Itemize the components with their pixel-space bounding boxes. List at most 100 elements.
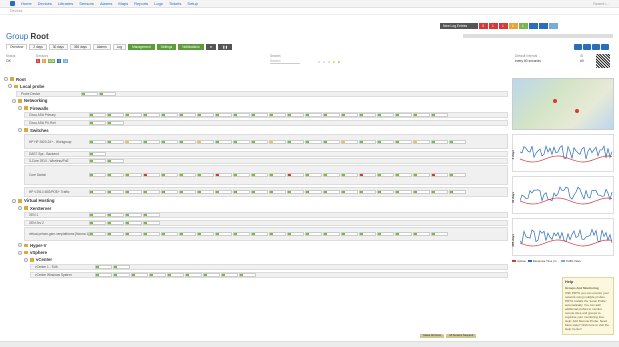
sensor-tile[interactable] — [161, 173, 178, 178]
tree-group-vcenter[interactable]: vCenter — [4, 257, 508, 263]
sensor-tile[interactable] — [95, 272, 112, 277]
sensor-counts[interactable]: 1 1 108 4 11 — [36, 59, 69, 63]
sensor-tile[interactable] — [305, 113, 322, 118]
expand-toggle-icon[interactable] — [18, 250, 22, 255]
status-counter[interactable]: 1 — [499, 23, 508, 29]
device-name[interactable]: HP HP 2820-24+ - Workgroup — [29, 140, 89, 144]
graph-365days[interactable]: 365 days — [511, 218, 614, 256]
status-counter[interactable] — [549, 23, 558, 29]
expand-toggle-icon[interactable] — [18, 206, 22, 211]
sensor-tile[interactable] — [269, 189, 286, 194]
sensor-tile[interactable] — [395, 113, 412, 118]
sensor-tile[interactable] — [323, 232, 340, 237]
tab-log[interactable]: Log — [112, 44, 127, 50]
sensor-tile[interactable] — [131, 272, 148, 277]
sensor-tile[interactable] — [179, 113, 196, 118]
sensor-tile[interactable] — [341, 173, 358, 178]
sensor-tile[interactable] — [81, 91, 98, 96]
device-name[interactable]: Probe Device — [21, 92, 81, 96]
sensor-tile[interactable] — [107, 189, 124, 194]
sensor-tile[interactable] — [341, 189, 358, 194]
sensor-tile[interactable] — [305, 189, 322, 194]
sensor-tile[interactable] — [377, 113, 394, 118]
sensor-tile[interactable] — [143, 213, 160, 218]
sensor-tile[interactable] — [233, 113, 250, 118]
sensor-tile[interactable] — [287, 139, 304, 144]
sensor-tile[interactable] — [413, 139, 430, 144]
sensor-tile[interactable] — [233, 139, 250, 144]
prtg-logo-icon[interactable] — [10, 1, 15, 6]
sensor-tile[interactable] — [89, 158, 106, 163]
tree-group-firewalls[interactable]: Firewalls — [4, 105, 508, 111]
sensor-tile[interactable] — [95, 265, 112, 270]
sensor-tile[interactable] — [89, 113, 106, 118]
sensor-tile[interactable] — [287, 232, 304, 237]
sensor-tile[interactable] — [287, 189, 304, 194]
sensor-tile[interactable] — [143, 189, 160, 194]
tab-alarms[interactable]: Alarms — [92, 44, 111, 50]
sensor-tile[interactable] — [89, 220, 106, 225]
device-row[interactable]: Cisco ASA PX-Roll — [24, 119, 508, 126]
sensor-tile[interactable] — [125, 220, 142, 225]
sensor-tile[interactable] — [107, 139, 124, 144]
device-row[interactable]: XEN 1 — [24, 212, 508, 219]
device-row[interactable]: 3-Core 2910 - Wireless/PoE — [24, 157, 508, 164]
sensor-tile[interactable] — [89, 189, 106, 194]
sensor-tile[interactable] — [143, 232, 160, 237]
sensor-tile[interactable] — [125, 113, 142, 118]
tree-view-icon[interactable] — [583, 44, 591, 50]
sensor-tile[interactable] — [215, 113, 232, 118]
sensor-tile[interactable] — [251, 139, 268, 144]
device-row[interactable]: HP HP 2820-24+ - Workgroup — [24, 134, 508, 150]
expand-toggle-icon[interactable] — [24, 257, 28, 262]
sensor-tile[interactable] — [413, 189, 430, 194]
device-name[interactable]: 3-Core 2910 - Wireless/PoE — [29, 159, 89, 163]
sensor-tile[interactable] — [161, 113, 178, 118]
sensor-tile[interactable] — [449, 139, 466, 144]
sensor-tile[interactable] — [377, 139, 394, 144]
device-row[interactable]: Cisco ASA Primary — [24, 112, 508, 119]
status-all-down-button[interactable]: Status All Down — [420, 334, 445, 338]
nav-libraries[interactable]: Libraries — [58, 1, 73, 6]
breadcrumb[interactable]: Devices — [0, 8, 619, 15]
expand-toggle-icon[interactable] — [18, 106, 22, 111]
nav-logs[interactable]: Logs — [154, 1, 163, 6]
tree-group-networking[interactable]: Networking — [4, 98, 508, 104]
sensor-tile[interactable] — [179, 173, 196, 178]
device-name[interactable]: Cisco ASA Primary — [29, 113, 89, 117]
sensor-tile[interactable] — [197, 232, 214, 237]
sensor-tile[interactable] — [185, 272, 202, 277]
device-name[interactable]: vCenter 1 - SVA — [35, 265, 95, 269]
nav-sensors[interactable]: Sensors — [79, 1, 94, 6]
sensor-tile[interactable] — [107, 120, 124, 125]
sensor-tile[interactable] — [431, 173, 448, 178]
sensor-tile[interactable] — [107, 220, 124, 225]
device-name[interactable]: vCenter Windows System — [35, 273, 95, 277]
sensor-tile[interactable] — [233, 232, 250, 237]
sensor-tile[interactable] — [395, 139, 412, 144]
sensor-tile[interactable] — [413, 173, 430, 178]
sensor-tile[interactable] — [161, 139, 178, 144]
suspend-all-button[interactable]: All Sensors Suspend — [446, 334, 477, 338]
nav-setup[interactable]: Setup — [187, 1, 197, 6]
nav-alarms[interactable]: Alarms — [100, 1, 112, 6]
sensor-tile[interactable] — [359, 232, 376, 237]
zoom-level-5[interactable]: ■ — [338, 60, 340, 64]
sensor-tile[interactable] — [215, 189, 232, 194]
expand-toggle-icon[interactable] — [4, 77, 8, 81]
geo-map[interactable] — [512, 78, 614, 130]
status-counter[interactable]: 1 — [509, 23, 518, 29]
sensor-tile[interactable] — [89, 232, 106, 237]
sensor-tile[interactable] — [197, 189, 214, 194]
sensor-tile[interactable] — [125, 139, 142, 144]
sensor-tile[interactable] — [395, 173, 412, 178]
sensor-tile[interactable] — [287, 113, 304, 118]
sensor-tile[interactable] — [203, 272, 220, 277]
sensor-tile[interactable] — [197, 173, 214, 178]
expand-toggle-icon[interactable] — [12, 98, 16, 103]
sensor-tile[interactable] — [341, 113, 358, 118]
sensor-tile[interactable] — [305, 139, 322, 144]
status-counter[interactable]: 1 — [519, 23, 528, 29]
sensor-tile[interactable] — [305, 173, 322, 178]
sensor-tile[interactable] — [107, 113, 124, 118]
